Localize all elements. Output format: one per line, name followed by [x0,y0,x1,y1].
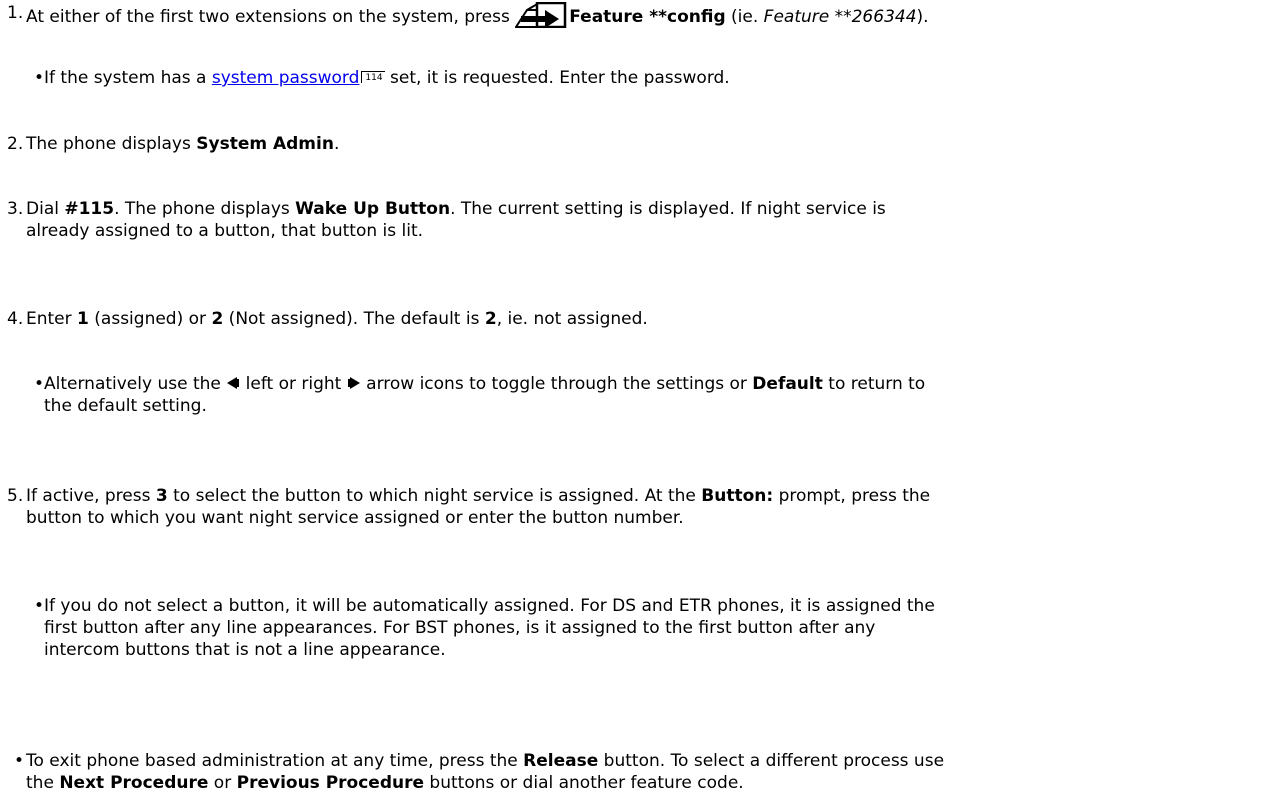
step-text: button to which you want night service a… [26,508,684,528]
step-text: Enter [26,309,78,329]
note-text: arrow icons to toggle through the settin… [360,374,753,394]
default-value: 2 [484,309,497,329]
step-5: 5. If active, press 3 to select the butt… [0,485,1281,529]
dial-code: #115 [64,199,115,219]
step-text: The phone displays [26,134,197,154]
bullet: • [34,596,45,616]
note-text: If the system has a [44,68,212,88]
step-4: 4. Enter 1 (assigned) or 2 (Not assigned… [0,308,1281,330]
step-text: If active, press [26,486,156,506]
step-5-note: • If you do not select a button, it will… [0,595,1281,661]
note-text: first button after any line appearances.… [44,618,876,638]
step-text: . The phone displays [114,199,296,219]
bullet: • [14,751,25,771]
display-text: System Admin [196,134,334,154]
note-text: left or right [240,374,347,394]
next-procedure-label: Next Procedure [59,773,209,793]
note-text: intercom buttons that is not a line appe… [44,640,446,660]
option-value: 1 [77,309,89,329]
prompt-text: Button: [701,486,774,506]
step-text: ). [916,7,929,27]
step-text: prompt, press the [773,486,931,506]
step-text: (assigned) or [88,309,212,329]
default-label: Default [752,374,823,394]
bullet: • [34,374,45,394]
step-2: 2. The phone displays System Admin. [0,133,1281,155]
note-text: Alternatively use the [44,374,227,394]
step-number: 1. [7,3,24,23]
note-text: set, it is requested. Enter the password… [384,68,730,88]
step-1: 1. At either of the first two extensions… [0,1,1281,29]
step-text: . [333,134,340,154]
note-text: the [26,773,60,793]
step-number: 4. [7,309,24,329]
step-4-note: • Alternatively use the left or right ar… [0,373,1281,417]
step-number: 3. [7,199,24,219]
help-document: 1. At either of the first two extensions… [0,0,1281,793]
option-value: 2 [211,309,224,329]
right-arrow-icon [347,374,361,389]
step-text: , ie. not assigned. [496,309,648,329]
feature-label: Feature **config [569,7,726,27]
step-text: to select the button to which night serv… [167,486,702,506]
step-text: Dial [26,199,65,219]
note-text: button. To select a different process us… [598,751,945,771]
step-text: already assigned to a button, that butto… [26,221,424,241]
step-number: 2. [7,134,24,154]
system-password-link[interactable]: system password [212,68,360,88]
note-text: the default setting. [44,396,207,416]
step-number: 5. [7,486,24,506]
exit-note: • To exit phone based administration at … [0,750,1281,794]
feature-button-icon [514,1,567,29]
note-text: To exit phone based administration at an… [26,751,524,771]
bullet: • [34,68,45,88]
left-arrow-icon [226,374,240,389]
note-text: or [208,773,237,793]
page-reference: 114 [361,71,385,83]
key-value: 3 [155,486,168,506]
previous-procedure-label: Previous Procedure [236,773,425,793]
step-text: At either of the first two extensions on… [26,7,516,27]
note-text: to return to [822,374,926,394]
step-text: . The current setting is displayed. If n… [450,199,886,219]
step-1-note: • If the system has a system password 114… [0,67,1281,89]
step-3: 3. Dial #115. The phone displays Wake Up… [0,198,1281,242]
note-text: buttons or dial another feature code. [424,773,744,793]
note-text: If you do not select a button, it will b… [44,596,935,616]
feature-code: Feature **266344 [763,7,917,27]
step-text: (Not assigned). The default is [223,309,485,329]
step-text: (ie. [725,7,764,27]
release-button-label: Release [523,751,599,771]
display-text: Wake Up Button [295,199,451,219]
